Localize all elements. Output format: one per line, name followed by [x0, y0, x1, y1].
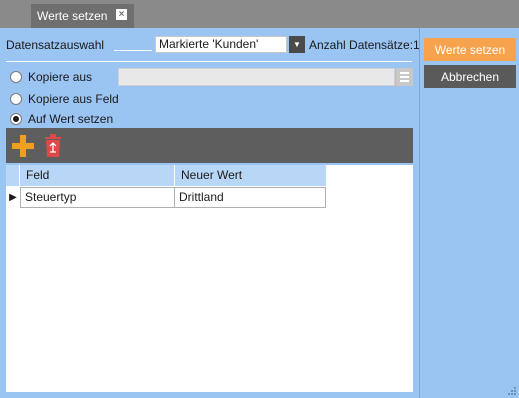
radio-kopiere-aus[interactable]: Kopiere aus	[10, 70, 92, 84]
abbrechen-button[interactable]: Abbrechen	[424, 65, 516, 88]
radio-button-checked[interactable]	[10, 113, 22, 125]
grid-toolbar	[6, 128, 413, 163]
radio-button[interactable]	[10, 71, 22, 83]
column-header-neuer-wert[interactable]: Neuer Wert	[175, 165, 326, 186]
values-grid: Feld Neuer Wert ▶ Steuertyp Drittland	[6, 165, 413, 392]
datensatzauswahl-label: Datensatzauswahl	[6, 38, 105, 52]
tab-title: Werte setzen	[37, 9, 108, 23]
close-icon[interactable]: ×	[116, 9, 127, 20]
column-header-feld[interactable]: Feld	[20, 165, 175, 186]
radio-label: Auf Wert setzen	[28, 112, 114, 126]
radio-kopiere-aus-feld[interactable]: Kopiere aus Feld	[10, 92, 119, 106]
werte-setzen-button[interactable]: Werte setzen	[424, 38, 516, 61]
radio-label: Kopiere aus	[28, 70, 93, 84]
resize-grip-icon[interactable]	[507, 386, 517, 396]
divider	[6, 61, 412, 62]
radio-auf-wert-setzen[interactable]: Auf Wert setzen	[10, 112, 113, 126]
tab-werte-setzen[interactable]: Werte setzen ×	[31, 4, 134, 28]
radio-label: Kopiere aus Feld	[28, 92, 119, 106]
recycle-bin-icon[interactable]	[43, 134, 63, 158]
label-underline	[114, 50, 152, 51]
copy-source-field[interactable]	[118, 68, 395, 86]
action-panel: Werte setzen Abbrechen	[419, 28, 519, 398]
cell-feld[interactable]: Steuertyp	[20, 187, 175, 208]
row-indicator-icon: ▶	[9, 192, 17, 203]
table-row[interactable]: ▶ Steuertyp Drittland	[6, 187, 326, 208]
chevron-down-icon[interactable]: ▼	[289, 36, 305, 53]
selection-dropdown[interactable]: Markierte 'Kunden'	[155, 36, 287, 53]
plus-icon[interactable]	[12, 135, 34, 157]
grid-header: Feld Neuer Wert	[6, 165, 326, 186]
cell-neuer-wert[interactable]: Drittland	[175, 187, 326, 208]
tab-strip: Werte setzen ×	[0, 0, 519, 28]
row-header-corner	[6, 165, 20, 186]
anzahl-label: Anzahl Datensätze:	[309, 38, 414, 52]
main-panel: Datensatzauswahl Markierte 'Kunden' ▼ An…	[0, 28, 420, 398]
radio-button[interactable]	[10, 93, 22, 105]
menu-icon[interactable]	[396, 68, 413, 86]
